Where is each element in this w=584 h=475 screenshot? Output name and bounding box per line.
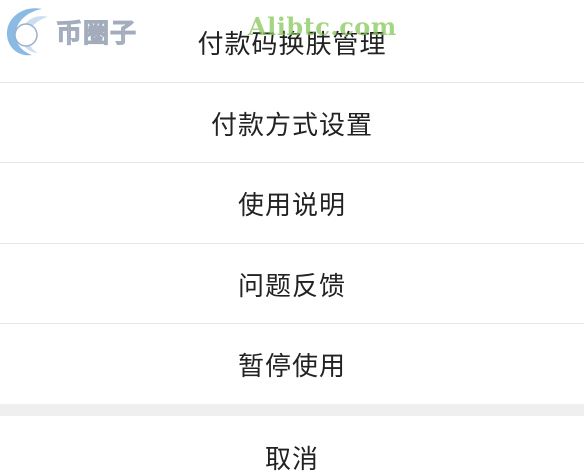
menu-item-pause-use[interactable]: 暂停使用 [0,324,584,404]
logo-swirl-icon [6,8,48,56]
menu-item-label: 付款方式设置 [210,110,373,141]
action-sheet: 付款码换肤管理 付款方式设置 使用说明 问题反馈 暂停使用 取消 币圈子 Ali… [0,0,584,475]
menu-item-label: 暂停使用 [237,351,346,382]
menu-item-label: 使用说明 [237,190,346,221]
section-gap [0,404,584,416]
watermark-logo-text: 币圈子 [55,18,138,49]
menu-item-instructions[interactable]: 使用说明 [0,163,584,243]
watermark-site-text: Alibtc.com [248,12,397,41]
menu-item-label: 问题反馈 [237,271,346,302]
menu-item-payment-settings[interactable]: 付款方式设置 [0,83,584,163]
watermark-logo: 币圈子 [2,2,152,60]
cancel-button[interactable]: 取消 [0,416,584,475]
menu-item-feedback[interactable]: 问题反馈 [0,244,584,324]
cancel-label: 取消 [264,444,319,475]
